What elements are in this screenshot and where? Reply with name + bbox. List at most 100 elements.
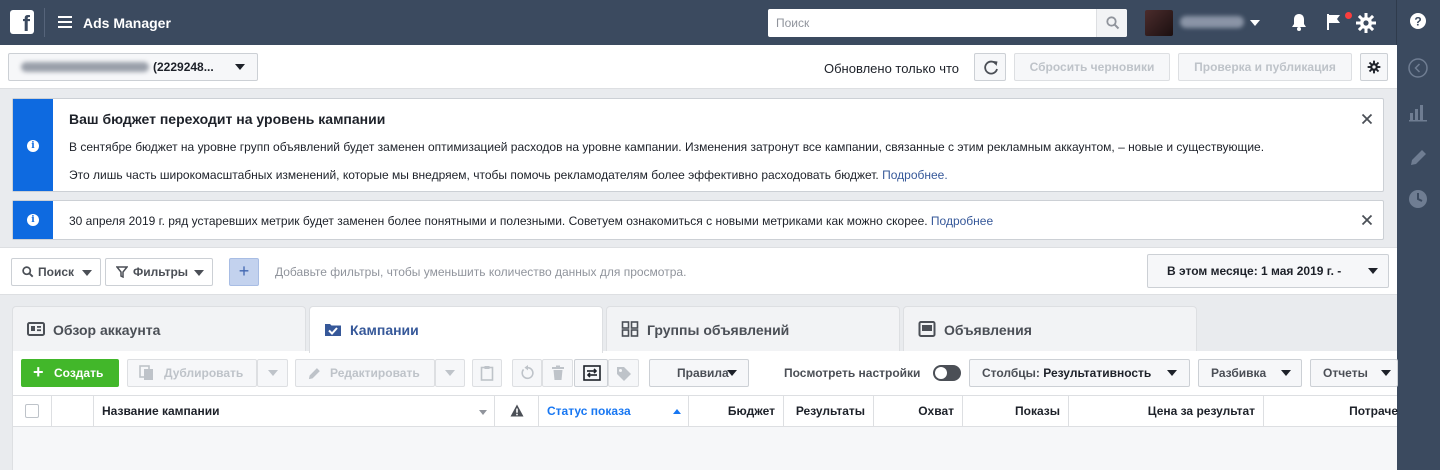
clipboard-icon: [480, 366, 494, 381]
search-filter-button[interactable]: Поиск: [11, 258, 101, 286]
budget-notice: i Ваш бюджет переходит на уровень кампан…: [12, 98, 1384, 192]
select-all-checkbox[interactable]: [25, 404, 39, 418]
notice-text: 30 апреля 2019 г. ряд устаревших метрик …: [69, 214, 993, 228]
bell-icon[interactable]: [1289, 12, 1309, 32]
gear-icon[interactable]: [1355, 12, 1377, 34]
chevron-down-icon[interactable]: [1250, 20, 1260, 26]
update-status: Обновлено только что: [824, 61, 960, 76]
tab-ads[interactable]: Объявления: [903, 306, 1197, 352]
edit-dropdown[interactable]: [435, 359, 465, 387]
tab-ad-sets[interactable]: Группы объявлений: [606, 306, 900, 352]
search-icon: [22, 266, 34, 278]
filters-button[interactable]: Фильтры: [105, 258, 213, 286]
tab-label: Кампании: [350, 322, 419, 338]
columns-prefix: Столбцы:: [982, 366, 1040, 380]
add-filter-button[interactable]: +: [229, 258, 259, 286]
pencil-icon: [308, 368, 320, 380]
duplicate-label: Дублировать: [164, 366, 244, 380]
learn-more-link[interactable]: Подробнее: [931, 214, 993, 228]
table-body: [12, 427, 1397, 470]
account-id: (2229248...: [153, 60, 214, 74]
close-icon[interactable]: [1361, 214, 1373, 226]
campaign-toolbar: + Создать Дублировать Редактировать Прав…: [12, 351, 1398, 395]
tab-label: Группы объявлений: [647, 322, 790, 338]
bar-chart-icon[interactable]: [1407, 101, 1429, 123]
settings-button[interactable]: [1360, 53, 1388, 81]
search-box: [768, 9, 1127, 37]
columns-value: Результативность: [1043, 366, 1152, 380]
view-settings-toggle[interactable]: [933, 365, 961, 381]
level-tabs: Обзор аккаунта Кампании Группы объявлени…: [0, 296, 1397, 353]
chevron-down-icon: [1167, 370, 1177, 376]
account-bar: (2229248... Обновлено только что Сбросит…: [0, 45, 1397, 89]
column-amount-spent[interactable]: Потраче: [1264, 396, 1398, 427]
create-label: Создать: [54, 366, 104, 380]
dashboard-icon: [27, 322, 45, 336]
column-reach[interactable]: Охват: [874, 396, 963, 427]
trash-icon: [552, 365, 564, 380]
chevron-down-icon: [268, 370, 278, 376]
chevron-down-icon: [727, 370, 737, 376]
learn-more-link[interactable]: Подробнее.: [882, 168, 948, 182]
breakdown-button[interactable]: Разбивка: [1198, 359, 1302, 387]
filter-bar: Поиск Фильтры + Добавьте фильтры, чтобы …: [0, 247, 1397, 295]
user-name-redacted[interactable]: [1180, 16, 1244, 28]
app-title[interactable]: Ads Manager: [83, 15, 171, 31]
rules-label: Правила: [677, 366, 729, 380]
close-icon[interactable]: [1361, 113, 1373, 125]
tab-account-overview[interactable]: Обзор аккаунта: [12, 306, 306, 352]
sort-ascending-icon: [673, 409, 681, 414]
compare-button[interactable]: [574, 359, 608, 387]
column-cost-per-result[interactable]: Цена за результат: [1069, 396, 1264, 427]
columns-button[interactable]: Столбцы: Результативность: [969, 359, 1190, 387]
tag-icon: [617, 367, 631, 381]
chevron-down-icon: [194, 270, 204, 276]
avatar[interactable]: [1145, 10, 1173, 36]
undo-button[interactable]: [512, 359, 542, 387]
facebook-logo[interactable]: f: [10, 10, 34, 34]
help-icon[interactable]: ?: [1409, 12, 1427, 30]
clipboard-button[interactable]: [472, 359, 502, 387]
reset-drafts-button[interactable]: Сбросить черновики: [1014, 53, 1170, 81]
create-button[interactable]: + Создать: [21, 359, 119, 387]
column-impressions[interactable]: Показы: [963, 396, 1069, 427]
chevron-down-icon: [1281, 370, 1291, 376]
divider: [44, 8, 45, 37]
date-range-picker[interactable]: В этом месяце: 1 мая 2019 г. -: [1147, 254, 1389, 288]
pencil-icon[interactable]: [1407, 147, 1429, 169]
column-results[interactable]: Результаты: [784, 396, 874, 427]
notice-text: Это лишь часть широкомасштабных изменени…: [69, 168, 948, 182]
menu-icon[interactable]: [58, 16, 72, 28]
warning-icon: [510, 404, 524, 417]
review-publish-button[interactable]: Проверка и публикация: [1178, 53, 1352, 81]
clock-icon[interactable]: [1407, 188, 1429, 210]
tab-campaigns[interactable]: Кампании: [309, 306, 603, 353]
duplicate-dropdown[interactable]: [257, 359, 288, 387]
table-header: Название кампании Статус показа Бюджет Р…: [12, 395, 1398, 427]
refresh-button[interactable]: [974, 53, 1006, 81]
column-delivery-status[interactable]: Статус показа: [539, 396, 689, 427]
account-selector[interactable]: (2229248...: [8, 53, 258, 81]
column-warnings[interactable]: [495, 396, 539, 427]
tag-button[interactable]: [608, 359, 639, 387]
edit-button[interactable]: Редактировать: [295, 359, 435, 387]
duplicate-button[interactable]: Дублировать: [127, 359, 257, 387]
divider: [1396, 0, 1397, 45]
breakdown-label: Разбивка: [1211, 366, 1267, 380]
collapse-icon[interactable]: [1407, 57, 1429, 79]
rules-button[interactable]: Правила: [649, 359, 749, 387]
notification-dot: [1345, 12, 1352, 19]
delete-button[interactable]: [542, 359, 573, 387]
chevron-down-icon: [82, 270, 92, 276]
chevron-down-icon: [1368, 268, 1378, 274]
search-input[interactable]: [768, 9, 1095, 37]
search-button[interactable]: [1096, 9, 1127, 37]
notice-accent: i: [13, 99, 53, 191]
column-label: Статус показа: [547, 404, 631, 418]
filters-label: Фильтры: [133, 265, 189, 279]
column-budget[interactable]: Бюджет: [689, 396, 784, 427]
column-campaign-name[interactable]: Название кампании: [94, 396, 495, 427]
flag-icon[interactable]: [1324, 12, 1344, 32]
edit-label: Редактировать: [330, 366, 420, 380]
reports-button[interactable]: Отчеты: [1310, 359, 1398, 387]
